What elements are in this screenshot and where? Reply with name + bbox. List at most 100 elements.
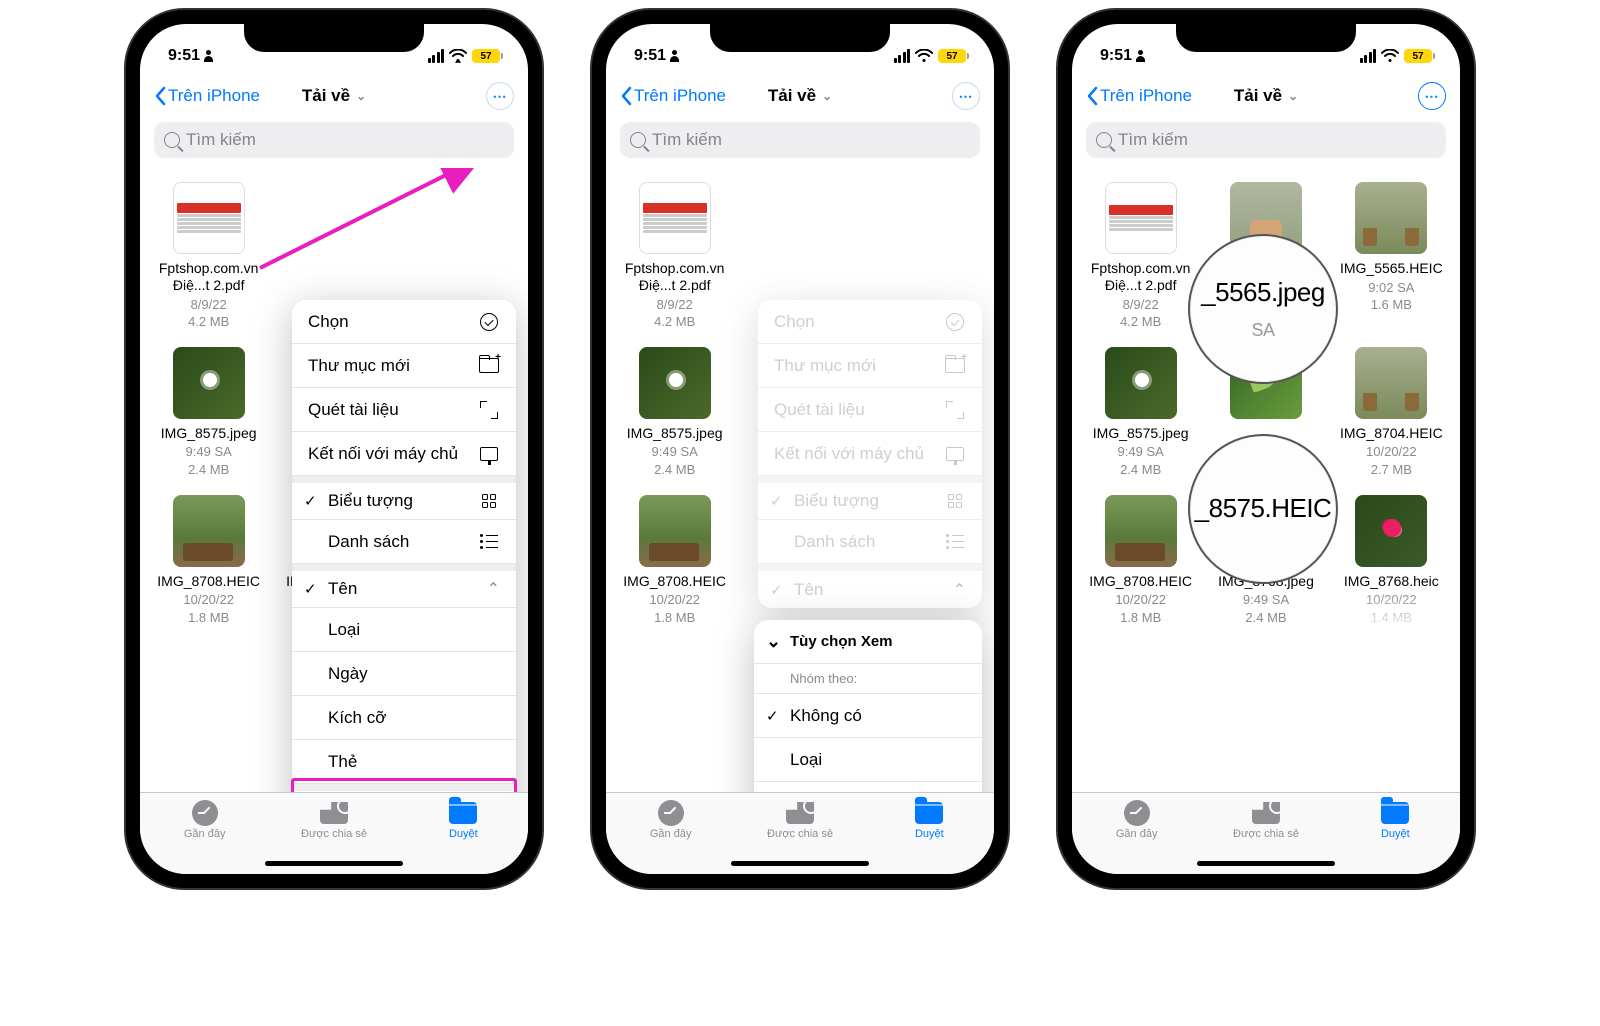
file-name: Fptshop.com.vn Điệ...t 2.pdf <box>150 260 267 294</box>
list-icon <box>480 534 498 549</box>
menu-sort-date[interactable]: Ngày <box>292 652 516 696</box>
search-input[interactable]: Tìm kiếm <box>620 122 980 158</box>
grid-icon <box>482 494 496 508</box>
search-placeholder: Tìm kiếm <box>652 130 722 150</box>
back-button[interactable]: Trên iPhone <box>620 86 726 106</box>
file-item[interactable]: IMG_8708.HEIC 10/20/221.8 MB <box>146 489 271 633</box>
file-name: IMG_8575.jpeg <box>161 425 257 442</box>
menu-sort-name[interactable]: ✓Tên⌃ <box>292 564 516 608</box>
wifi-icon <box>449 49 467 63</box>
file-thumb-icon <box>1105 495 1177 567</box>
search-input[interactable]: Tìm kiếm <box>154 122 514 158</box>
file-item[interactable]: IMG_8768.heic10/20/221.4 MB <box>1329 489 1454 633</box>
back-button[interactable]: Trên iPhone <box>1086 86 1192 106</box>
notch <box>244 24 424 52</box>
menu-view-options[interactable]: ›Tùy chọn Xem <box>292 784 516 792</box>
menu-select[interactable]: Chọn <box>292 300 516 344</box>
file-item[interactable]: IMG_5565.HEIC9:02 SA1.6 MB <box>1329 176 1454 337</box>
phone-2: 9:51 57 Trên iPhone Tải về⌄ ⋯ Tìm kiếm F… <box>592 10 1008 888</box>
clock-icon <box>192 800 218 826</box>
file-name: IMG_8708.HEIC <box>157 573 260 590</box>
file-item[interactable]: IMG_8575.jpeg9:49 SA2.4 MB <box>1078 341 1203 485</box>
menu-sort-size[interactable]: Kích cỡ <box>292 696 516 740</box>
menu-new-folder[interactable]: Thư mục mới <box>292 344 516 388</box>
chevron-left-icon <box>154 86 166 106</box>
more-button[interactable]: ⋯ <box>1418 82 1446 110</box>
tab-browse[interactable]: Duyệt <box>865 793 994 874</box>
status-time: 9:51 <box>634 47 666 65</box>
chevron-down-icon: ⌄ <box>356 89 366 103</box>
menu-sort-tags[interactable]: Thẻ <box>292 740 516 784</box>
file-thumb-icon <box>1105 182 1177 254</box>
file-name: Fptshop.com.vn Điệ...t 2.pdf <box>616 260 733 294</box>
chevron-up-icon: ⌃ <box>487 579 500 599</box>
file-name: IMG_8708.HEIC <box>623 573 726 590</box>
tab-browse[interactable]: Duyệt <box>1331 793 1460 874</box>
notch <box>1176 24 1356 52</box>
submenu-group-date[interactable]: Ngày <box>754 782 982 792</box>
wifi-icon <box>1381 49 1399 63</box>
magnifier-annotation: _5565.jpegSA <box>1188 234 1338 384</box>
folder-icon <box>1381 802 1409 824</box>
chevron-left-icon <box>620 86 632 106</box>
file-thumb-icon <box>173 495 245 567</box>
back-button[interactable]: Trên iPhone <box>154 86 260 106</box>
file-item[interactable]: Fptshop.com.vn Điệ...t 2.pdf 8/9/224.2 M… <box>612 176 737 337</box>
back-label: Trên iPhone <box>634 86 726 106</box>
signal-icon <box>1360 49 1377 63</box>
file-thumb-icon <box>1355 182 1427 254</box>
menu-connect-server[interactable]: Kết nối với máy chủ <box>292 432 516 476</box>
back-label: Trên iPhone <box>168 86 260 106</box>
more-button[interactable]: ⋯ <box>486 82 514 110</box>
menu-view-icons[interactable]: ✓Biểu tượng <box>292 476 516 520</box>
file-thumb-icon <box>1105 347 1177 419</box>
battery-icon: 57 <box>938 49 966 63</box>
file-item[interactable]: IMG_8575.jpeg 9:49 SA2.4 MB <box>146 341 271 485</box>
signal-icon <box>894 49 911 63</box>
person-icon <box>204 50 214 62</box>
tab-recent[interactable]: Gần đây <box>1072 793 1201 874</box>
submenu-group-none[interactable]: ✓Không có <box>754 694 982 738</box>
chevron-down-icon: ⌄ <box>1288 89 1298 103</box>
page-title[interactable]: Tải về⌄ <box>302 86 366 106</box>
home-indicator[interactable] <box>1197 861 1335 866</box>
status-time: 9:51 <box>1100 47 1132 65</box>
notch <box>710 24 890 52</box>
menu-sort-type[interactable]: Loại <box>292 608 516 652</box>
search-icon <box>630 132 646 148</box>
battery-icon: 57 <box>472 49 500 63</box>
file-thumb-icon <box>1355 347 1427 419</box>
page-title[interactable]: Tải về⌄ <box>1234 86 1298 106</box>
folder-icon <box>915 802 943 824</box>
file-item[interactable]: IMG_8704.HEIC10/20/222.7 MB <box>1329 341 1454 485</box>
more-button[interactable]: ⋯ <box>952 82 980 110</box>
submenu-group-type[interactable]: Loại <box>754 738 982 782</box>
file-item[interactable]: Fptshop.com.vn Điệ...t 2.pdf8/9/224.2 MB <box>1078 176 1203 337</box>
submenu-header[interactable]: ⌄Tùy chọn Xem <box>754 620 982 664</box>
menu-view-list[interactable]: Danh sách <box>292 520 516 564</box>
home-indicator[interactable] <box>731 861 869 866</box>
clock-icon <box>658 800 684 826</box>
status-time: 9:51 <box>168 47 200 65</box>
check-icon: ✓ <box>304 580 317 598</box>
file-item[interactable]: Fptshop.com.vn Điệ...t 2.pdf 8/9/224.2 M… <box>146 176 271 337</box>
select-icon <box>480 313 498 331</box>
server-icon <box>480 447 498 461</box>
chevron-down-icon: ⌄ <box>822 89 832 103</box>
menu-scan[interactable]: Quét tài liệu <box>292 388 516 432</box>
file-thumb-icon <box>639 182 711 254</box>
tab-recent[interactable]: Gần đây <box>140 793 269 874</box>
nav-bar: Trên iPhone Tải về⌄ ⋯ <box>606 74 994 118</box>
shared-folder-icon <box>1252 802 1280 824</box>
search-input[interactable]: Tìm kiếm <box>1086 122 1446 158</box>
folder-icon <box>449 802 477 824</box>
file-item[interactable]: IMG_8575.jpeg 9:49 SA2.4 MB <box>612 341 737 485</box>
file-item[interactable]: IMG_8708.HEIC10/20/221.8 MB <box>1078 489 1203 633</box>
page-title[interactable]: Tải về⌄ <box>768 86 832 106</box>
home-indicator[interactable] <box>265 861 403 866</box>
file-thumb-icon <box>173 347 245 419</box>
tab-recent[interactable]: Gần đây <box>606 793 735 874</box>
file-item[interactable]: IMG_8708.HEIC 10/20/221.8 MB <box>612 489 737 633</box>
tab-browse[interactable]: Duyệt <box>399 793 528 874</box>
signal-icon <box>428 49 445 63</box>
